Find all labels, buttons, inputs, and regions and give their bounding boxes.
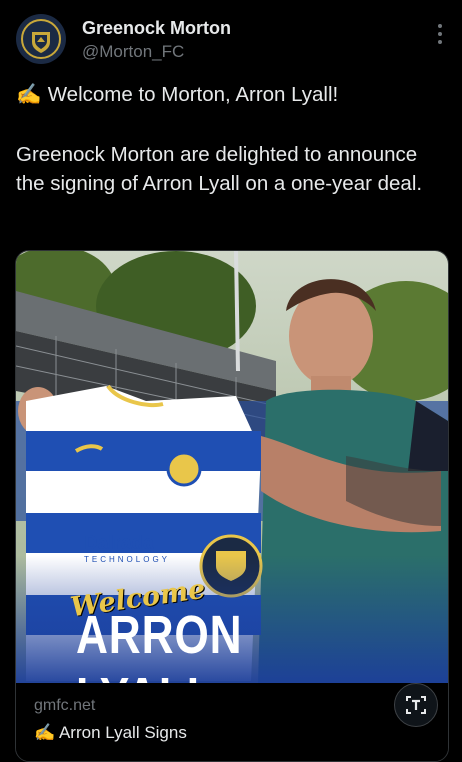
tweet-headline-text: Welcome to Morton, Arron Lyall! xyxy=(47,83,339,106)
author-handle[interactable]: @Morton_FC xyxy=(82,42,184,62)
morton-crest-icon xyxy=(21,19,61,59)
writing-hand-emoji: ✍️ xyxy=(16,83,42,106)
translate-button[interactable] xyxy=(394,683,438,727)
tweet-body: Greenock Morton are delighted to announc… xyxy=(16,143,423,195)
link-domain[interactable]: gmfc.net xyxy=(34,697,95,715)
avatar[interactable] xyxy=(16,14,66,64)
link-card[interactable]: Dalrada TECHNOLOGY Welcome ARRON LYALL g… xyxy=(15,250,449,762)
link-title-text: Arron Lyall Signs xyxy=(58,723,187,742)
player-name: ARRON LYALL xyxy=(76,605,243,683)
writing-hand-emoji: ✍️ xyxy=(34,723,56,742)
more-options-icon[interactable] xyxy=(438,24,444,48)
signing-photo[interactable]: Dalrada TECHNOLOGY Welcome ARRON LYALL xyxy=(16,251,448,683)
translate-icon xyxy=(406,696,426,714)
link-preview[interactable]: gmfc.net ✍️ Arron Lyall Signs xyxy=(16,683,448,761)
sponsor-subtext: TECHNOLOGY xyxy=(84,555,171,564)
tweet-headline: ✍️ Welcome to Morton, Arron Lyall! xyxy=(16,82,446,108)
link-title[interactable]: ✍️ Arron Lyall Signs xyxy=(34,723,187,743)
tweet-header: Greenock Morton @Morton_FC xyxy=(16,14,446,68)
sponsor-logo: Dalrada TECHNOLOGY xyxy=(84,533,171,564)
author-name[interactable]: Greenock Morton xyxy=(82,18,231,39)
